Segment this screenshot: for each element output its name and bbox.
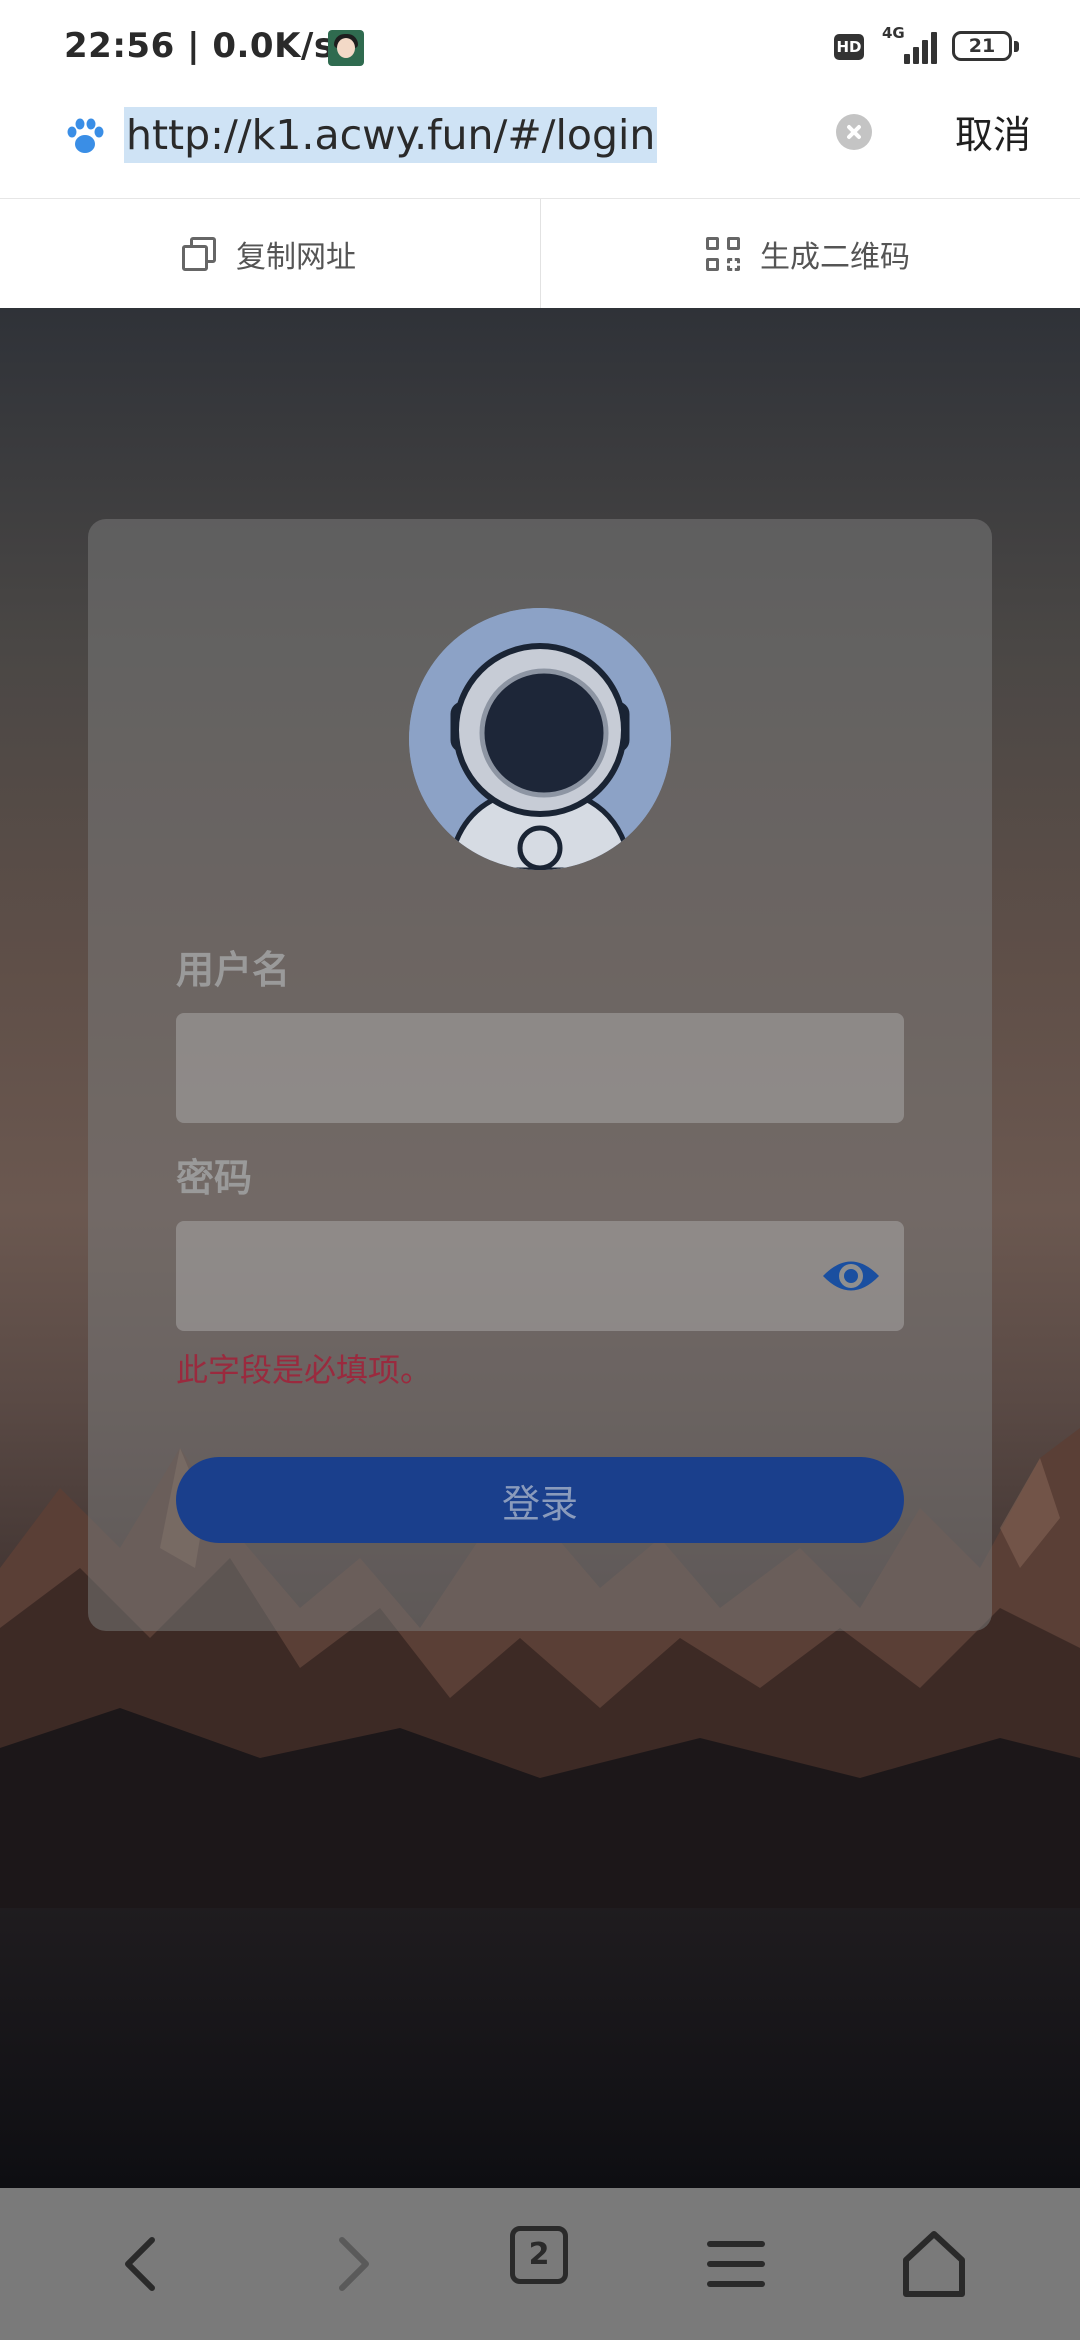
notification-avatar-icon [328, 30, 364, 66]
menu-icon[interactable] [698, 2226, 774, 2302]
show-password-eye-icon[interactable] [820, 1253, 882, 1299]
address-bar: http://k1.acwy.fun/#/login 取消 [0, 95, 1080, 198]
cancel-button[interactable]: 取消 [955, 109, 1031, 161]
home-icon[interactable] [896, 2226, 972, 2302]
network-speed: 0.0K/s [212, 26, 335, 66]
login-button[interactable]: 登录 [176, 1457, 904, 1543]
signal-strength-icon [896, 28, 938, 64]
required-field-error: 此字段是必填项。 [176, 1351, 433, 1389]
status-bar: 22:56 | 0.0K/s HD 4G 21 [0, 0, 1080, 95]
astronaut-avatar-icon [409, 608, 671, 870]
copy-url-button[interactable]: 复制网址 [182, 199, 356, 309]
status-time: 22:56 | 0.0K/s [64, 26, 335, 66]
username-label: 用户名 [176, 948, 291, 992]
divider [540, 199, 541, 309]
generate-qr-label: 生成二维码 [760, 240, 910, 275]
copy-icon [182, 237, 216, 271]
clock-text: 22:56 [64, 26, 175, 66]
battery-icon: 21 [952, 31, 1012, 61]
copy-url-label: 复制网址 [236, 240, 356, 275]
tabs-count-button[interactable]: 2 [510, 2226, 568, 2284]
clear-url-icon[interactable] [836, 114, 872, 150]
battery-level: 21 [968, 35, 996, 57]
back-arrow-icon[interactable] [106, 2226, 182, 2302]
generate-qr-button[interactable]: 生成二维码 [706, 199, 910, 309]
forward-arrow-icon[interactable] [312, 2226, 388, 2302]
username-input[interactable] [176, 1013, 904, 1123]
password-label: 密码 [176, 1156, 253, 1200]
paw-icon [67, 118, 104, 153]
separator: | [187, 26, 213, 66]
qr-code-icon [706, 237, 740, 271]
hd-badge: HD [834, 34, 864, 60]
url-input[interactable]: http://k1.acwy.fun/#/login [124, 107, 658, 163]
url-action-row: 复制网址 生成二维码 [0, 198, 1080, 309]
login-card: 用户名 密码 此字段是必填项。 登录 [88, 519, 992, 1631]
password-input[interactable] [176, 1221, 904, 1331]
battery-tip [1014, 41, 1019, 52]
browser-bottom-nav: 2 [0, 2188, 1080, 2340]
